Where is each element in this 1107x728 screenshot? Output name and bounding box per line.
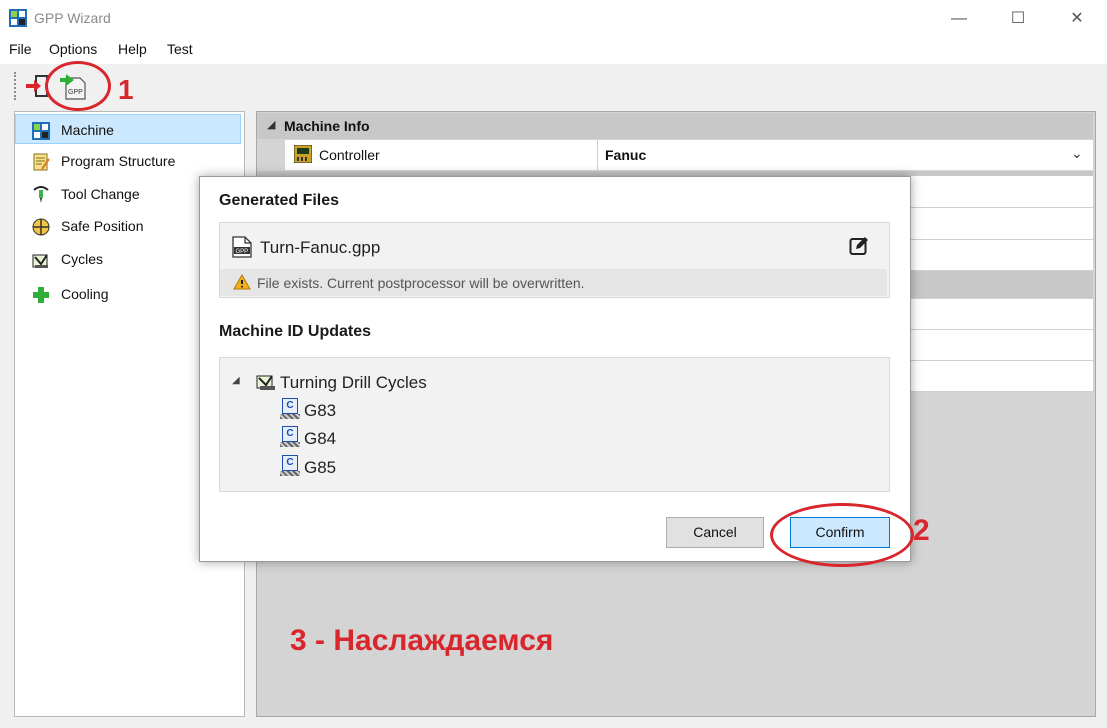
cycles-icon [256,375,275,390]
tree-child-label[interactable]: G84 [304,429,336,449]
tree-child-label[interactable]: G85 [304,458,336,478]
annotation-circle-2 [770,503,914,567]
controller-icon [294,145,312,163]
app-icon [9,9,27,27]
cycle-c-icon: C [280,398,302,420]
chevron-down-icon[interactable]: ⌄ [1071,145,1083,162]
file-icon-text: GPP [236,249,249,255]
column-divider [597,140,598,170]
property-row-controller[interactable]: Controller Fanuc ⌄ [285,140,1093,171]
group-header-partial [900,271,1093,298]
edit-icon[interactable] [849,236,869,256]
cancel-button[interactable]: Cancel [666,517,764,548]
sidebar-item-label: Safe Position [61,218,144,234]
group-title: Machine Info [284,118,370,134]
cycle-badge: C [282,455,298,471]
property-label: Controller [319,147,380,163]
generated-files-title: Generated Files [219,192,340,209]
warning-text: File exists. Current postprocessor will … [257,275,585,291]
cooling-icon [33,287,49,303]
window-title: GPP Wizard [34,10,111,26]
minimize-button[interactable]: — [936,6,982,32]
machine-id-updates-title: Machine ID Updates [219,323,372,340]
cycle-badge: C [282,398,298,414]
machine-icon [32,122,50,140]
annotation-step-3: 3 - Наслаждаемся [290,624,554,657]
menu-file[interactable]: File [9,41,32,57]
cycle-c-icon: C [280,455,302,477]
hatch [280,414,300,419]
warning-row: File exists. Current postprocessor will … [220,269,887,296]
gpp-file-icon: GPP [232,236,252,258]
annotation-step-2: 2 [913,514,930,547]
sidebar-item-label: Cycles [61,251,104,267]
annotation-step-1: 1 [118,74,134,105]
sidebar-item-label: Machine [61,122,114,138]
program-structure-icon [33,153,50,171]
tree-child-label[interactable]: G83 [304,401,336,421]
close-button[interactable]: ✕ [1054,6,1100,32]
cycle-badge: C [282,426,298,442]
menu-test[interactable]: Test [167,41,193,57]
sidebar-item-machine[interactable]: Machine [15,114,241,144]
property-row-empty[interactable] [900,330,1093,361]
cycles-icon [32,254,48,268]
menu-options[interactable]: Options [49,41,97,57]
sidebar-item-label: Tool Change [61,186,140,202]
warning-icon [233,274,251,290]
controller-value[interactable]: Fanuc [605,147,646,163]
sidebar-item-label: Cooling [61,286,109,302]
property-row-empty[interactable] [900,240,1093,271]
group-header-machine-info[interactable]: ◢ Machine Info [257,113,1093,139]
sidebar-item-program-structure[interactable]: Program Structure [15,146,241,176]
annotation-circle-1 [45,61,111,111]
sidebar-item-label: Program Structure [61,153,176,169]
property-row-empty[interactable] [900,176,1093,208]
cycle-c-icon: C [280,426,302,448]
file-name: Turn-Fanuc.gpp [260,238,381,257]
toolbar [0,64,1107,110]
tree-expand-icon[interactable]: ◢ [232,375,240,386]
safe-position-icon [32,218,50,236]
property-row-empty[interactable] [900,361,1093,392]
tool-change-icon [33,186,49,203]
maximize-button[interactable]: ☐ [995,6,1041,32]
toolbar-grip[interactable] [14,72,18,100]
hatch [280,471,300,476]
tree-parent-label[interactable]: Turning Drill Cycles [280,373,427,393]
collapse-triangle-icon[interactable]: ◢ [267,118,275,131]
hatch [280,442,300,447]
property-row-empty[interactable] [900,299,1093,330]
property-row-empty[interactable] [900,208,1093,240]
menu-help[interactable]: Help [118,41,147,57]
